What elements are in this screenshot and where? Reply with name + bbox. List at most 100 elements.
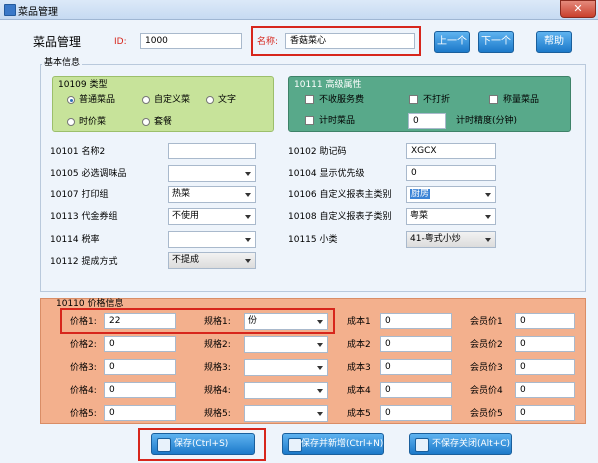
cost-field-2[interactable]: 0 <box>380 336 452 352</box>
cost-field-1[interactable]: 0 <box>380 313 452 329</box>
mnemonic-label: 10102 助记码 <box>288 147 347 157</box>
prev-button[interactable]: 上一个 <box>434 31 470 53</box>
price-field-1[interactable]: 22 <box>104 313 176 329</box>
radio-custom-label: 自定义菜 <box>154 95 191 105</box>
priority-field[interactable]: 0 <box>406 165 496 181</box>
cost-field-3[interactable]: 0 <box>380 359 452 375</box>
cost-label-2: 成本2 <box>347 340 371 350</box>
member-price-field-5[interactable]: 0 <box>515 405 575 421</box>
save-and-new-button[interactable]: 保存并新增(Ctrl+N) <box>282 433 384 455</box>
voucher-group-label: 10113 代金券组 <box>50 212 118 222</box>
radio-market-price[interactable] <box>67 118 75 126</box>
voucher-group-value: 不使用 <box>172 211 200 221</box>
name2-field[interactable] <box>168 143 256 159</box>
member-price-field-2[interactable]: 0 <box>515 336 575 352</box>
help-button[interactable]: 帮助 <box>536 31 572 53</box>
subclass-select[interactable]: 41-粤式小炒 <box>406 231 496 248</box>
no-discount-label: 不打折 <box>423 95 451 105</box>
radio-custom[interactable] <box>142 96 150 104</box>
price-field-5[interactable]: 0 <box>104 405 176 421</box>
save-and-new-button-label: 保存并新增(Ctrl+N) <box>301 439 384 449</box>
voucher-group-select[interactable]: 不使用 <box>168 208 256 225</box>
member-price-label-5: 会员价5 <box>470 409 503 419</box>
name2-label: 10101 名称2 <box>50 147 106 157</box>
type-group-title: 10109 类型 <box>58 80 108 90</box>
chevron-down-icon <box>317 389 323 393</box>
weigh-item-checkbox[interactable] <box>489 95 498 104</box>
spec-select-1[interactable]: 份 <box>244 313 328 330</box>
price-field-4[interactable]: 0 <box>104 382 176 398</box>
spec-label-5: 规格5: <box>204 409 231 419</box>
spec-select-4[interactable] <box>244 382 328 399</box>
spec-label-4: 规格4: <box>204 386 231 396</box>
basic-info-legend: 基本信息 <box>42 57 83 69</box>
radio-normal-label: 普通菜品 <box>79 95 116 105</box>
radio-text-label: 文字 <box>218 95 237 105</box>
exit-icon <box>415 438 429 452</box>
tax-rate-select[interactable] <box>168 231 256 248</box>
radio-set-meal-label: 套餐 <box>154 117 173 127</box>
commission-select[interactable]: 不提成 <box>168 252 256 269</box>
price-label-2: 价格2: <box>70 340 97 350</box>
spec-select-3[interactable] <box>244 359 328 376</box>
seasoning-select[interactable] <box>168 165 256 182</box>
member-price-label-1: 会员价1 <box>470 317 503 327</box>
next-button[interactable]: 下一个 <box>478 31 514 53</box>
commission-label: 10112 提成方式 <box>50 257 118 267</box>
radio-text[interactable] <box>206 96 214 104</box>
no-discount-checkbox[interactable] <box>409 95 418 104</box>
save-highlight-frame <box>138 428 266 461</box>
subclass-value: 41-粤式小炒 <box>410 234 461 244</box>
price-field-2[interactable]: 0 <box>104 336 176 352</box>
report-sub-value: 粤菜 <box>410 211 429 221</box>
print-group-select[interactable]: 热菜 <box>168 186 256 203</box>
timed-item-label: 计时菜品 <box>319 116 356 126</box>
timed-item-checkbox[interactable] <box>305 116 314 125</box>
name-highlight-frame <box>251 26 421 56</box>
radio-normal[interactable] <box>67 96 75 104</box>
page-heading: 菜品管理 <box>33 35 82 49</box>
print-group-label: 10107 打印组 <box>50 190 109 200</box>
chevron-down-icon <box>245 238 251 242</box>
save-new-icon <box>288 438 302 452</box>
member-price-field-3[interactable]: 0 <box>515 359 575 375</box>
time-precision-field[interactable]: 0 <box>408 113 446 129</box>
tax-rate-label: 10114 税率 <box>50 235 100 245</box>
report-main-value: 厨房 <box>410 189 431 199</box>
time-precision-label: 计时精度(分钟) <box>456 116 518 126</box>
chevron-down-icon <box>245 215 251 219</box>
chevron-down-icon <box>245 259 251 263</box>
print-group-value: 热菜 <box>172 189 191 199</box>
price-label-5: 价格5: <box>70 409 97 419</box>
price-label-1: 价格1: <box>70 317 97 327</box>
id-field[interactable]: 1000 <box>140 33 242 49</box>
no-service-fee-checkbox[interactable] <box>305 95 314 104</box>
cost-field-5[interactable]: 0 <box>380 405 452 421</box>
chevron-down-icon <box>485 238 491 242</box>
close-without-saving-label: 不保存关闭(Alt+C) <box>432 439 511 449</box>
spec-label-2: 规格2: <box>204 340 231 350</box>
cost-field-4[interactable]: 0 <box>380 382 452 398</box>
report-sub-select[interactable]: 粤菜 <box>406 208 496 225</box>
window-title: 菜品管理 <box>18 7 58 18</box>
chevron-down-icon <box>317 320 323 324</box>
chevron-down-icon <box>317 343 323 347</box>
cost-label-5: 成本5 <box>347 409 371 419</box>
subclass-label: 10115 小类 <box>288 235 338 245</box>
close-without-saving-button[interactable]: 不保存关闭(Alt+C) <box>409 433 512 455</box>
chevron-down-icon <box>485 193 491 197</box>
report-sub-label: 10108 自定义报表子类别 <box>288 212 392 222</box>
radio-set-meal[interactable] <box>142 118 150 126</box>
cost-label-3: 成本3 <box>347 363 371 373</box>
spec-select-5[interactable] <box>244 405 328 422</box>
spec-select-2[interactable] <box>244 336 328 353</box>
mnemonic-field[interactable]: XGCX <box>406 143 496 159</box>
close-window-button[interactable]: ✕ <box>560 0 596 18</box>
chevron-down-icon <box>245 172 251 176</box>
member-price-field-4[interactable]: 0 <box>515 382 575 398</box>
member-price-field-1[interactable]: 0 <box>515 313 575 329</box>
price-field-3[interactable]: 0 <box>104 359 176 375</box>
chevron-down-icon <box>317 412 323 416</box>
title-bar: 菜品管理 ✕ <box>0 0 598 20</box>
report-main-select[interactable]: 厨房 <box>406 186 496 203</box>
